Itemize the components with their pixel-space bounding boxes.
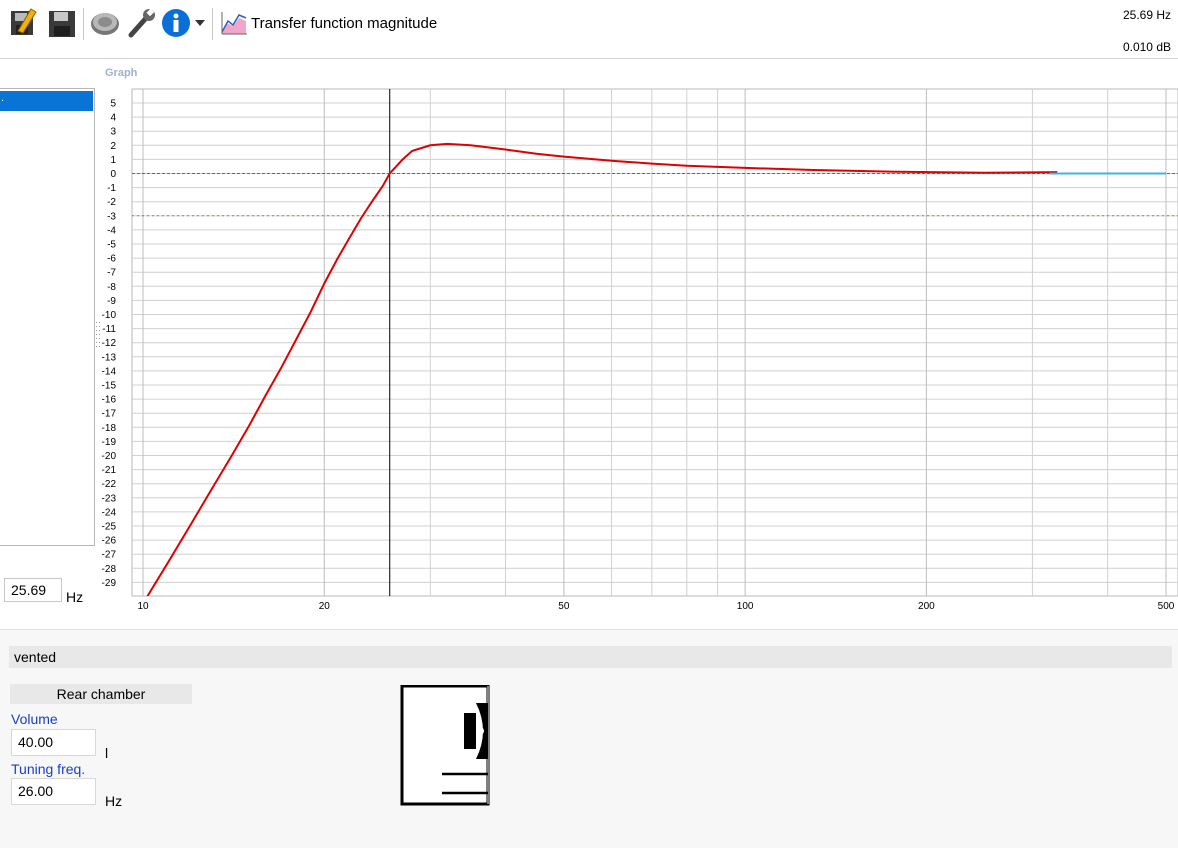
y-tick-label: -11 xyxy=(102,324,116,335)
y-tick-label: -19 xyxy=(102,437,117,448)
y-tick-label: -24 xyxy=(102,507,117,518)
y-tick-label: -18 xyxy=(102,423,117,434)
y-tick-label: -15 xyxy=(102,381,117,392)
y-tick-label: 0 xyxy=(110,169,116,180)
y-tick-label: -20 xyxy=(102,451,117,462)
y-tick-label: -26 xyxy=(102,536,117,547)
x-tick-label: 100 xyxy=(737,601,754,612)
y-tick-label: -4 xyxy=(107,225,116,236)
y-tick-label: -21 xyxy=(102,465,117,476)
x-tick-label: 10 xyxy=(137,601,149,612)
y-tick-label: -6 xyxy=(107,254,116,265)
box-type-header: vented xyxy=(9,646,1172,668)
box-settings-panel: vented Rear chamber Volume 40.00 l Tunin… xyxy=(0,629,1178,848)
y-tick-label: -23 xyxy=(102,493,117,504)
y-tick-label: 4 xyxy=(110,113,116,124)
y-tick-label: 1 xyxy=(110,155,116,166)
y-tick-label: -13 xyxy=(102,352,117,363)
tuning-freq-label: Tuning freq. xyxy=(11,761,86,777)
y-tick-label: 2 xyxy=(110,141,116,152)
volume-label: Volume xyxy=(11,711,58,727)
y-tick-label: -5 xyxy=(107,240,116,251)
x-tick-label: 500 xyxy=(1158,601,1175,612)
volume-unit: l xyxy=(105,745,109,761)
y-tick-label: 5 xyxy=(110,99,116,110)
y-tick-label: -17 xyxy=(102,409,117,420)
x-tick-label: 50 xyxy=(558,601,570,612)
y-tick-label: -9 xyxy=(107,296,116,307)
y-tick-label: -29 xyxy=(102,578,117,589)
y-tick-label: -22 xyxy=(102,479,117,490)
tuning-freq-input[interactable]: 26.00 xyxy=(11,778,96,805)
y-tick-label: -2 xyxy=(107,197,116,208)
y-tick-label: -10 xyxy=(102,310,117,321)
y-tick-label: -12 xyxy=(102,338,117,349)
vented-box-diagram xyxy=(400,684,492,812)
transfer-function-chart[interactable]: 543210-1-2-3-4-5-6-7-8-9-10-11-12-13-14-… xyxy=(0,0,1178,620)
y-tick-label: -1 xyxy=(107,183,116,194)
y-tick-label: -14 xyxy=(102,366,117,377)
y-tick-label: -8 xyxy=(107,282,116,293)
y-tick-label: -7 xyxy=(107,268,116,279)
x-tick-label: 200 xyxy=(918,601,935,612)
y-tick-label: -28 xyxy=(102,564,117,575)
tuning-freq-unit: Hz xyxy=(105,793,123,809)
x-tick-label: 20 xyxy=(319,601,331,612)
y-tick-label: -3 xyxy=(107,211,116,222)
y-tick-label: 3 xyxy=(110,127,116,138)
y-tick-label: -16 xyxy=(102,395,117,406)
y-tick-label: -27 xyxy=(102,550,117,561)
y-tick-label: -25 xyxy=(102,522,117,533)
volume-input[interactable]: 40.00 xyxy=(11,729,96,756)
rear-chamber-header: Rear chamber xyxy=(10,684,192,704)
